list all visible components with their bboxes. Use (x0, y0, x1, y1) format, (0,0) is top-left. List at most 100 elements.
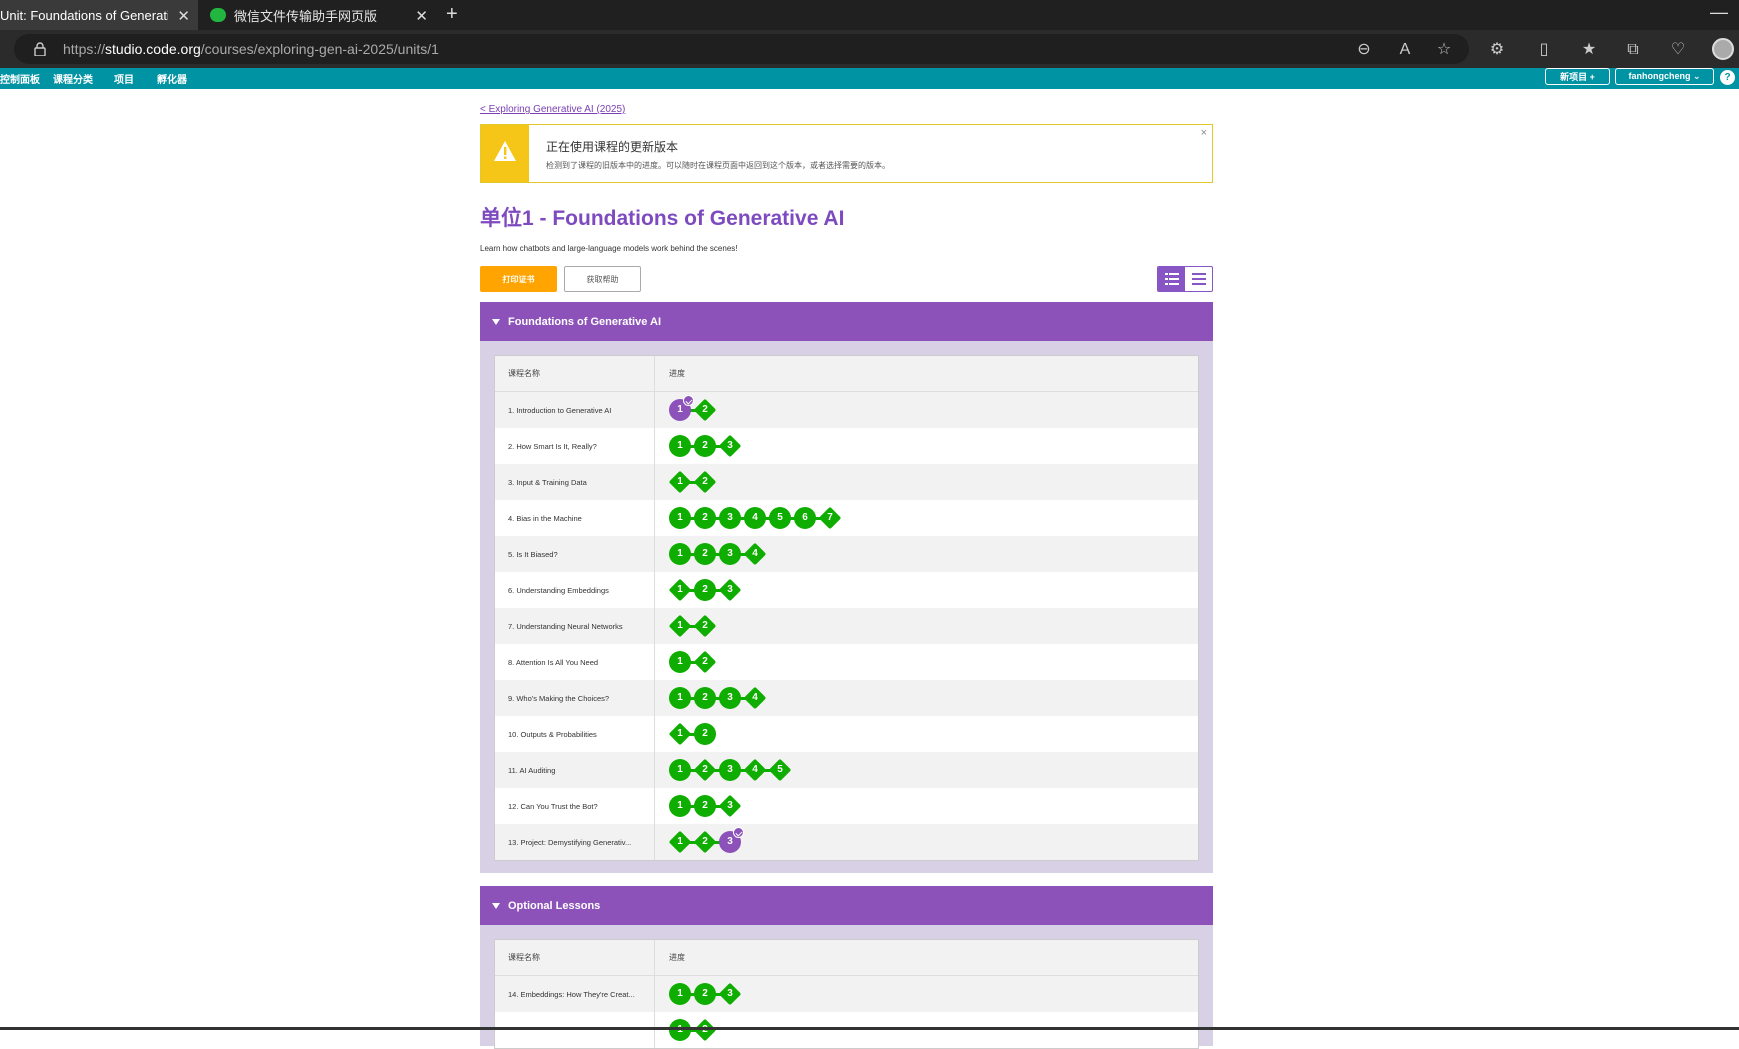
level-bubble[interactable]: 3 (719, 543, 741, 565)
close-icon[interactable]: ✕ (415, 7, 428, 25)
level-bubble[interactable]: 1 (668, 470, 692, 494)
summary-view-icon[interactable] (1185, 267, 1212, 291)
close-icon[interactable]: ✕ (177, 7, 190, 25)
nav-dashboard[interactable]: 控制面板 (0, 71, 40, 86)
level-bubble[interactable]: 2 (693, 470, 717, 494)
level-bubble[interactable]: 4 (743, 758, 767, 782)
level-bubble[interactable]: 3 (719, 687, 741, 709)
level-bubble[interactable]: 6 (794, 507, 816, 529)
lesson-name-link[interactable]: 5. Is It Biased? (495, 536, 655, 572)
lesson-name-link[interactable]: 1. Introduction to Generative AI (495, 392, 655, 428)
lesson-name-link[interactable]: 4. Bias in the Machine (495, 500, 655, 536)
lesson-name-link[interactable]: 12. Can You Trust the Bot? (495, 788, 655, 824)
favorite-star-icon[interactable]: ☆ (1435, 41, 1453, 59)
nav-course-catalog[interactable]: 课程分类 (53, 71, 93, 86)
level-bubble[interactable]: 2 (693, 758, 717, 782)
level-bubble[interactable]: 2 (694, 687, 716, 709)
nav-projects[interactable]: 项目 (114, 71, 134, 86)
lesson-name-link[interactable]: 14. Embeddings: How They're Creat... (495, 976, 655, 1012)
level-bubble[interactable]: 1 (669, 1019, 691, 1041)
level-bubble[interactable]: 1 (669, 507, 691, 529)
level-bubble[interactable]: 2 (694, 983, 716, 1005)
level-bubble[interactable]: 3 (719, 507, 741, 529)
level-bubble[interactable]: 1 (669, 687, 691, 709)
lock-icon (34, 42, 46, 56)
lesson-name-link[interactable]: 13. Project: Demystifying Generativ... (495, 824, 655, 860)
lesson-name-link[interactable] (495, 1012, 655, 1048)
level-bubble[interactable]: 1 (668, 578, 692, 602)
level-bubble[interactable]: 1 (669, 543, 691, 565)
level-bubble[interactable]: 3 (718, 982, 742, 1006)
level-bubble[interactable]: 1 (668, 722, 692, 746)
level-bubble[interactable]: 1 (669, 759, 691, 781)
table-row: 9. Who's Making the Choices? 1 2 3 4 (495, 680, 1198, 716)
user-menu-button[interactable]: fanhongcheng ⌄ (1615, 68, 1714, 85)
favorites-list-icon[interactable]: ★ (1580, 41, 1598, 59)
get-help-button[interactable]: 获取帮助 (564, 266, 641, 292)
level-bubble[interactable]: 2 (694, 579, 716, 601)
level-bubble[interactable]: 1 (668, 830, 692, 854)
level-bubble[interactable]: 2 (694, 543, 716, 565)
split-screen-icon[interactable]: ▯ (1535, 41, 1553, 59)
section-header[interactable]: Foundations of Generative AI (480, 302, 1213, 341)
level-number: 2 (702, 728, 708, 739)
tab-wechat[interactable]: 微信文件传输助手网页版 ✕ (200, 0, 436, 30)
level-bubble[interactable]: 5 (768, 758, 792, 782)
version-notice: 正在使用课程的更新版本 检测到了课程的旧版本中的进度。可以随时在课程页面中返回到… (480, 124, 1213, 183)
lesson-name-link[interactable]: 10. Outputs & Probabilities (495, 716, 655, 752)
back-to-course-link[interactable]: < Exploring Generative AI (2025) (480, 104, 625, 115)
level-bubble[interactable]: 5 (769, 507, 791, 529)
performance-icon[interactable]: ♡ (1669, 41, 1687, 59)
url-field[interactable]: https://studio.code.org/courses/explorin… (14, 34, 1469, 64)
zoom-icon[interactable]: ⊖ (1355, 41, 1373, 59)
level-bubble[interactable]: 1 (668, 614, 692, 638)
close-icon[interactable]: × (1201, 127, 1207, 139)
tab-code-org[interactable]: Unit: Foundations of Generative ✕ (0, 0, 198, 30)
profile-avatar-icon[interactable] (1712, 38, 1734, 60)
level-bubble[interactable]: 7 (818, 506, 842, 530)
lesson-name-link[interactable]: 6. Understanding Embeddings (495, 572, 655, 608)
level-bubble[interactable]: 1 (669, 983, 691, 1005)
lesson-name-link[interactable]: 7. Understanding Neural Networks (495, 608, 655, 644)
level-bubble[interactable]: 1 (669, 651, 691, 673)
level-number: 1 (677, 764, 683, 775)
extensions-icon[interactable]: ⚙ (1488, 41, 1506, 59)
section-header[interactable]: Optional Lessons (480, 886, 1213, 925)
detail-view-icon[interactable] (1158, 267, 1185, 291)
level-bubble[interactable]: 3 (719, 759, 741, 781)
collections-icon[interactable]: ⧉ (1624, 41, 1642, 59)
lesson-name-link[interactable]: 9. Who's Making the Choices? (495, 680, 655, 716)
level-bubble[interactable]: 1 (669, 435, 691, 457)
level-number: 3 (727, 988, 733, 999)
level-bubble[interactable]: 2 (694, 435, 716, 457)
level-number: 2 (702, 584, 708, 595)
level-bubble[interactable]: 3 (718, 794, 742, 818)
lesson-name-link[interactable]: 2. How Smart Is It, Really? (495, 428, 655, 464)
level-bubble[interactable]: 3 (718, 578, 742, 602)
level-bubble[interactable]: 3 (718, 434, 742, 458)
level-bubble[interactable]: 2 (694, 507, 716, 529)
lesson-name-link[interactable]: 11. AI Auditing (495, 752, 655, 788)
new-tab-icon[interactable]: + (446, 3, 458, 26)
level-bubble[interactable]: 2 (694, 723, 716, 745)
minimize-icon[interactable]: — (1710, 2, 1728, 23)
nav-incubator[interactable]: 孵化器 (157, 71, 187, 86)
read-aloud-icon[interactable]: A (1396, 41, 1414, 59)
level-bubble[interactable]: 2 (693, 614, 717, 638)
level-bubble[interactable]: 2 (693, 650, 717, 674)
level-bubble[interactable]: 1 (669, 795, 691, 817)
level-bubble[interactable]: 2 (694, 795, 716, 817)
lesson-name-link[interactable]: 3. Input & Training Data (495, 464, 655, 500)
level-bubble[interactable]: 3 (719, 827, 744, 853)
level-bubble[interactable]: 4 (743, 686, 767, 710)
level-bubble[interactable]: 4 (744, 507, 766, 529)
new-project-button[interactable]: 新项目 + (1545, 68, 1610, 85)
help-icon[interactable]: ? (1720, 70, 1735, 85)
level-bubble[interactable]: 2 (693, 1018, 717, 1042)
level-bubble[interactable]: 2 (693, 830, 717, 854)
lesson-name-link[interactable]: 8. Attention Is All You Need (495, 644, 655, 680)
print-certificate-button[interactable]: 打印证书 (480, 266, 557, 292)
level-bubble[interactable]: 4 (743, 542, 767, 566)
level-bubble[interactable]: 1 (669, 395, 694, 421)
level-bubble[interactable]: 2 (693, 398, 717, 422)
